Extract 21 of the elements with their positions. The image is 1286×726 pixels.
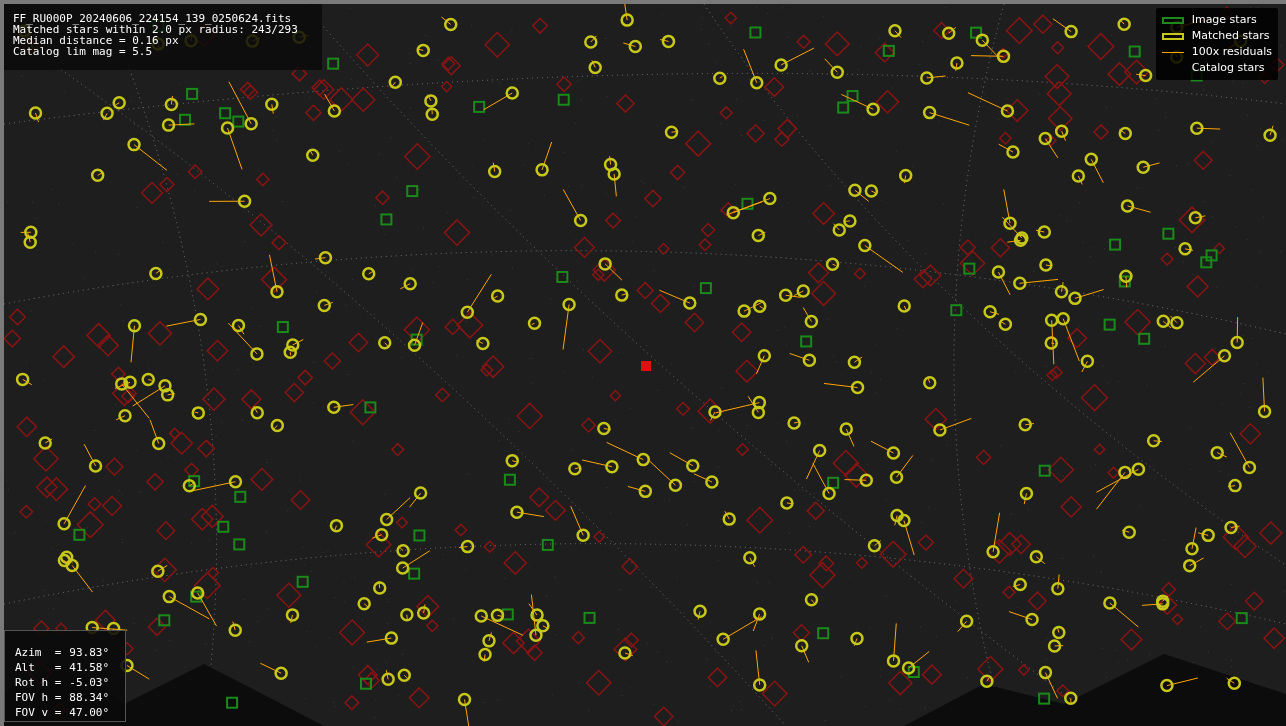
- legend-label: Catalog stars: [1191, 60, 1265, 76]
- pointing-label: Azim =: [15, 645, 62, 660]
- info-text: Matched stars within 2.0 px radius: 243/293: [13, 24, 299, 35]
- info-text: FF_RU000P_20240606_224154_139_0250624.fits: [13, 13, 293, 24]
- pointing-value: 88.34°: [69, 690, 110, 705]
- legend-swatch: [1161, 16, 1184, 24]
- info-text: Median distance = 0.16 px: [13, 35, 179, 46]
- pointing-value: 41.58°: [69, 660, 110, 675]
- pointing-label: FOV h =: [15, 690, 62, 705]
- pointing-value: -5.03°: [69, 675, 110, 690]
- legend-label: 100x residuals: [1191, 44, 1272, 60]
- legend-line: [1161, 51, 1184, 53]
- pointing-value: 93.83°: [69, 645, 110, 660]
- pointing-value: 47.00°: [69, 705, 110, 720]
- legend-label: Matched stars: [1191, 28, 1270, 44]
- legend-label: Image stars: [1191, 12, 1257, 28]
- pointing-label: Alt =: [15, 660, 62, 675]
- info-text: Catalog lim mag = 5.5: [13, 46, 154, 57]
- pointing-label: FOV v =: [15, 705, 62, 720]
- pointing-label: Rot h =: [15, 675, 62, 690]
- legend-swatch: [1161, 32, 1184, 40]
